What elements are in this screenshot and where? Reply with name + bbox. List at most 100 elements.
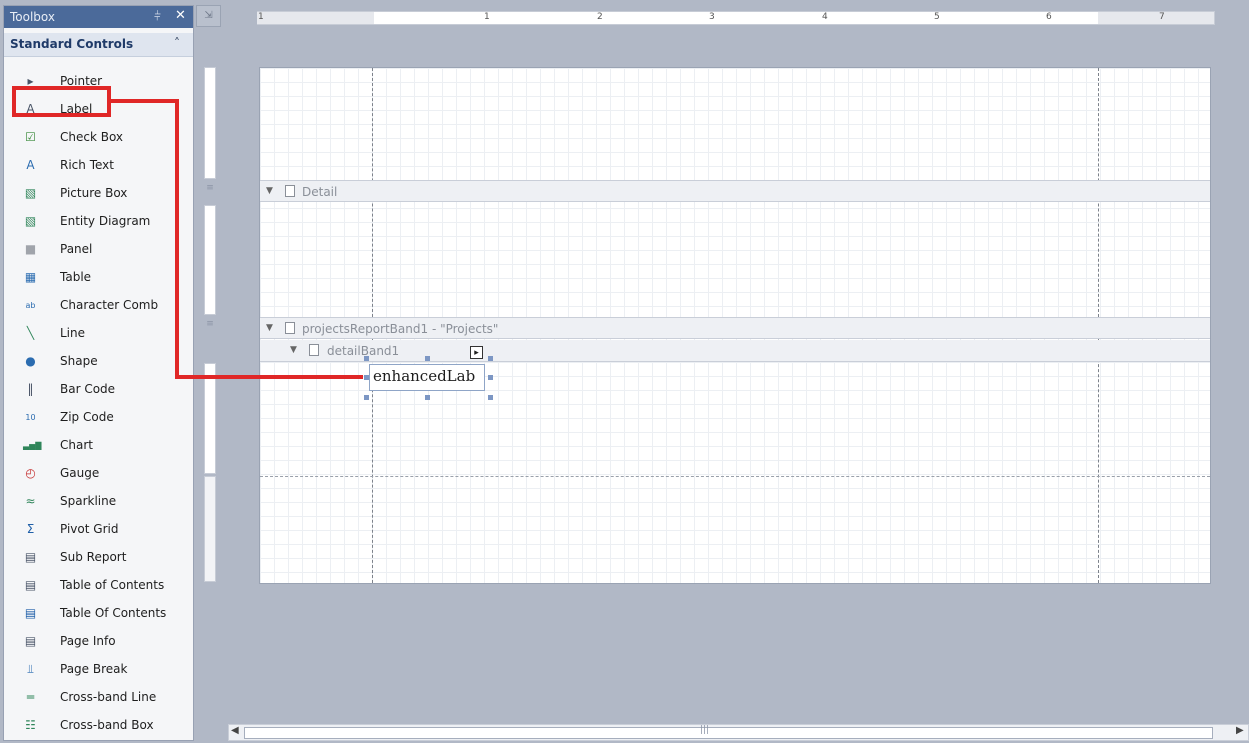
resize-handle[interactable] <box>425 395 430 400</box>
toolbox-item-label: Picture Box <box>60 186 128 200</box>
toolbox-item-table-of-contents[interactable]: ▤ Table of Contents <box>4 572 193 599</box>
scroll-right-icon[interactable]: ▶ <box>1236 725 1244 736</box>
panel-icon: ■ <box>24 242 37 256</box>
toolbox-item-label: Sparkline <box>60 494 117 508</box>
resize-handle[interactable] <box>488 375 493 380</box>
ruler-number: 5 <box>934 12 940 22</box>
toolbox-item-label: Sub Report <box>60 550 127 564</box>
report-design-surface[interactable]: ▼ Detail ▼ projectsReportBand1 - "Projec… <box>259 67 1211 584</box>
band-grip-icon[interactable]: ≡ <box>204 319 216 329</box>
annotation-line <box>175 99 179 379</box>
ruler-number: 2 <box>597 12 603 22</box>
line-icon: ╲ <box>26 326 35 340</box>
toolbox-item-line[interactable]: ╲ Line <box>4 320 193 347</box>
vertical-ruler-bottom <box>204 476 216 582</box>
toolbox-item-sparkline[interactable]: ≈ Sparkline <box>4 488 193 515</box>
band-icon <box>285 322 295 334</box>
gauge-icon: ◴ <box>25 466 36 480</box>
toolbox-item-cross-band-box[interactable]: ☷ Cross-band Box <box>4 712 193 739</box>
toolbox-item-character-comb[interactable]: ab Character Comb <box>4 292 193 319</box>
band-icon <box>285 185 295 197</box>
ruler-number: 6 <box>1046 12 1052 22</box>
highlight-box <box>12 86 111 117</box>
resize-handle[interactable] <box>488 395 493 400</box>
toolbox-item-label: Page Info <box>60 634 116 648</box>
ruler-number: 3 <box>709 12 715 22</box>
pivot-grid-icon: Σ <box>26 522 35 536</box>
resize-handle[interactable] <box>364 356 369 361</box>
toolbox-item-bar-code[interactable]: ‖ Bar Code <box>4 376 193 403</box>
shape-icon: ● <box>25 354 36 368</box>
label-control[interactable]: enhancedLab <box>369 364 485 391</box>
sub-report-icon: ▤ <box>24 550 37 564</box>
toolbox-item-panel[interactable]: ■ Panel <box>4 236 193 263</box>
toolbox-item-page-info[interactable]: ▤ Page Info <box>4 628 193 655</box>
toolbox-item-page-break[interactable]: ⫫ Page Break <box>4 656 193 683</box>
table-of-contents-alt-icon: ▤ <box>24 606 37 620</box>
smart-tag-icon[interactable]: ▸ <box>470 346 483 359</box>
toolbox-item-check-box[interactable]: ☑ Check Box <box>4 124 193 151</box>
vertical-ruler-detailband <box>204 363 216 474</box>
toolbox-item-label: Line <box>60 326 86 340</box>
toolbox-item-table-of-contents[interactable]: ▤ Table Of Contents <box>4 600 193 627</box>
band-label: Detail <box>302 185 338 199</box>
scroll-left-icon[interactable]: ◀ <box>231 725 239 736</box>
rich-text-icon: A <box>26 158 35 172</box>
pin-icon[interactable]: ⫩ <box>154 9 161 24</box>
toolbox-item-shape[interactable]: ● Shape <box>4 348 193 375</box>
cross-band-box-icon: ☷ <box>25 718 36 732</box>
group-title: Standard Controls <box>10 37 134 51</box>
band-label: projectsReportBand1 - "Projects" <box>302 322 499 336</box>
toolbox-item-chart[interactable]: ▃▅▇ Chart <box>4 432 193 459</box>
sparkline-icon: ≈ <box>25 494 36 508</box>
ruler-number: 1 <box>258 12 264 22</box>
ruler-number: 1 <box>484 12 490 22</box>
collapse-arrow-icon[interactable]: ▼ <box>266 186 273 196</box>
toolbox-item-sub-report[interactable]: ▤ Sub Report <box>4 544 193 571</box>
bar-code-icon: ‖ <box>27 382 34 396</box>
annotation-line <box>175 375 363 379</box>
ruler-number: 4 <box>822 12 828 22</box>
cross-band-line-icon: ═ <box>26 690 35 704</box>
resize-handle[interactable] <box>425 356 430 361</box>
bottom-margin-line <box>260 476 1210 477</box>
collapse-arrow-icon[interactable]: ▼ <box>290 345 297 355</box>
band-grip-icon[interactable]: ≡ <box>204 183 216 193</box>
checkbox-icon: ☑ <box>25 130 36 144</box>
character-comb-icon: ab <box>25 301 36 310</box>
toolbox-item-label: Shape <box>60 354 98 368</box>
toolbox-item-entity-diagram[interactable]: ▧ Entity Diagram <box>4 208 193 235</box>
vertical-ruler-detail <box>204 205 216 315</box>
toolbox-item-zip-code[interactable]: 10 Zip Code <box>4 404 193 431</box>
toolbox-item-label: Panel <box>60 242 93 256</box>
resize-handle[interactable] <box>364 375 369 380</box>
resize-handle[interactable] <box>364 395 369 400</box>
table-of-contents-icon: ▤ <box>24 578 37 592</box>
band-header-detail[interactable]: ▼ Detail <box>260 180 1210 202</box>
resize-handle[interactable] <box>488 356 493 361</box>
toolbox-item-label: Pivot Grid <box>60 522 119 536</box>
toolbox-item-pivot-grid[interactable]: Σ Pivot Grid <box>4 516 193 543</box>
toolbox-item-label: Character Comb <box>60 298 159 312</box>
toolbox-item-label: Bar Code <box>60 382 116 396</box>
toolbox-item-rich-text[interactable]: A Rich Text <box>4 152 193 179</box>
zip-code-icon: 10 <box>25 413 36 422</box>
collapse-icon[interactable]: ⇲ <box>196 5 221 27</box>
chevron-up-icon[interactable]: ˄ <box>174 36 180 50</box>
scrollbar-grip-icon: ||| <box>700 725 710 735</box>
chart-icon: ▃▅▇ <box>23 441 42 450</box>
toolbox-item-label: Table Of Contents <box>60 606 167 620</box>
close-icon[interactable]: ✕ <box>175 8 186 23</box>
toolbox-item-cross-band-line[interactable]: ═ Cross-band Line <box>4 684 193 711</box>
collapse-arrow-icon[interactable]: ▼ <box>266 323 273 333</box>
scrollbar-thumb[interactable] <box>244 727 1213 739</box>
band-header-projects-report[interactable]: ▼ projectsReportBand1 - "Projects" <box>260 317 1210 339</box>
toolbox-item-gauge[interactable]: ◴ Gauge <box>4 460 193 487</box>
toolbox-item-label: Table of Contents <box>60 578 165 592</box>
toolbox-item-picture-box[interactable]: ▧ Picture Box <box>4 180 193 207</box>
standard-controls-group-header[interactable]: Standard Controls ˄ <box>4 33 193 57</box>
vertical-ruler-top <box>204 67 216 179</box>
toolbox-item-table[interactable]: ▦ Table <box>4 264 193 291</box>
band-header-detail-band1[interactable]: ▼ detailBand1 <box>260 340 1210 362</box>
toolbox-item-label: Gauge <box>60 466 100 480</box>
